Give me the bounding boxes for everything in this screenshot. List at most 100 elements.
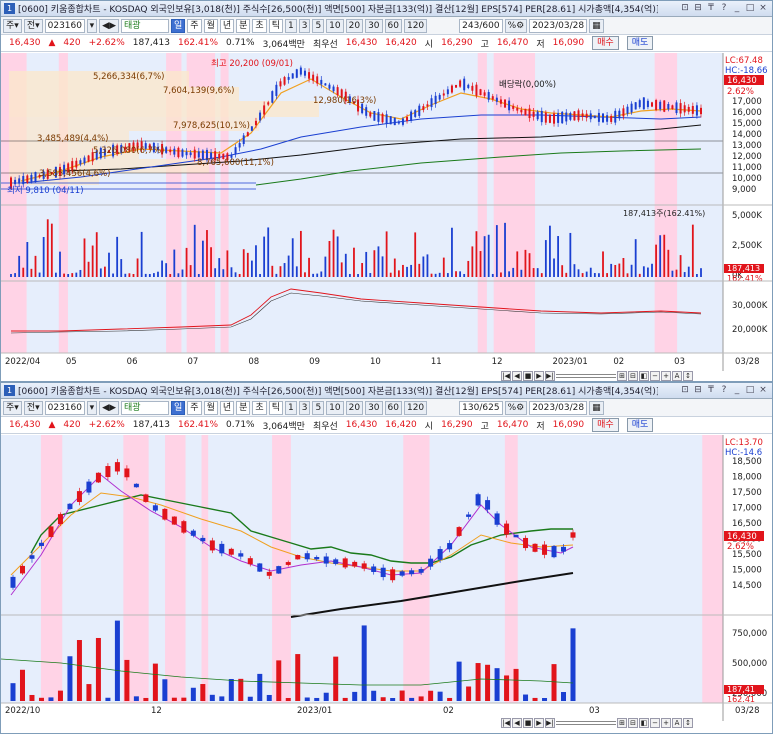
search-icon[interactable]: ▾ — [86, 18, 98, 33]
tool-icon[interactable]: %⚙ — [504, 18, 528, 33]
prev-stock-icon[interactable]: ◀▶ — [99, 400, 119, 415]
volume-bar — [549, 225, 551, 277]
pin-icon[interactable]: ₸ — [706, 385, 716, 395]
tab-week[interactable]: 주 — [187, 18, 202, 33]
candle-body — [390, 569, 396, 581]
volume-bar — [479, 251, 482, 277]
copy-icon[interactable]: ⊟ — [693, 385, 703, 395]
volume-bar — [287, 255, 290, 277]
tab-day-2[interactable]: 일 — [171, 400, 186, 415]
calendar-icon[interactable]: ▦ — [589, 400, 604, 415]
sell-button-2[interactable]: 매도 — [626, 418, 654, 432]
ask-price: 16,430 — [345, 38, 378, 48]
tab-second[interactable]: 초 — [252, 18, 267, 33]
volume-bar — [209, 694, 215, 701]
link-icon[interactable]: ⊡ — [680, 3, 690, 13]
tab-year-2[interactable]: 년 — [219, 400, 235, 415]
link-icon[interactable]: ⊡ — [680, 385, 690, 395]
date-input-2[interactable]: 2023/03/28 — [529, 400, 588, 415]
interval-3-2[interactable]: 3 — [298, 400, 311, 415]
tab-second-2[interactable]: 초 — [252, 400, 267, 415]
code-input-2[interactable]: 023160 — [44, 400, 85, 415]
interval-60[interactable]: 60 — [384, 18, 402, 33]
interval-10[interactable]: 10 — [326, 18, 344, 33]
interval-60-2[interactable]: 60 — [384, 400, 402, 415]
bottom-chart-area[interactable]: LC:13.70 HC:-14.6 18,50018,00017,50017,0… — [1, 435, 772, 721]
interval-5-2[interactable]: 5 — [312, 400, 325, 415]
volume-bar — [116, 236, 119, 277]
up-arrow-icon: ▲ — [48, 420, 56, 430]
interval-10-2[interactable]: 10 — [326, 400, 344, 415]
close-icon[interactable]: × — [758, 385, 768, 395]
stock-name-2[interactable]: 태광 — [121, 400, 169, 415]
buy-button[interactable]: 매수 — [592, 36, 619, 50]
copy-icon[interactable]: ⊟ — [693, 3, 703, 13]
volume-bar — [112, 273, 114, 277]
volume-bar — [663, 234, 666, 277]
tab-month[interactable]: 월 — [203, 18, 218, 33]
volume-bar — [266, 694, 272, 701]
calendar-icon[interactable]: ▦ — [589, 18, 604, 33]
market-select[interactable]: 전▾ — [23, 18, 43, 33]
tab-week-2[interactable]: 주 — [187, 400, 202, 415]
code-input[interactable]: 023160 — [44, 18, 85, 33]
tab-minute-2[interactable]: 분 — [236, 400, 251, 415]
minimize-icon[interactable]: _ — [732, 385, 742, 395]
tool-icon[interactable]: %⚙ — [504, 400, 528, 415]
top-chart-area[interactable]: 최고 20,200 (09/01) 배당락(0,00%) 5,266,334(6… — [1, 53, 772, 371]
interval-1[interactable]: 1 — [284, 18, 297, 33]
close-icon[interactable]: × — [758, 3, 768, 13]
interval-3[interactable]: 3 — [298, 18, 311, 33]
candle-body — [634, 102, 637, 110]
volume-bar — [67, 273, 70, 277]
interval-5[interactable]: 5 — [312, 18, 325, 33]
candle-body — [570, 532, 576, 538]
period-select[interactable]: 주▾ — [3, 18, 22, 33]
date-input[interactable]: 2023/03/28 — [529, 18, 588, 33]
tab-day[interactable]: 일 — [171, 18, 186, 33]
interval-20[interactable]: 20 — [345, 18, 364, 33]
volume-bar — [675, 269, 678, 277]
market-select-2[interactable]: 전▾ — [23, 400, 43, 415]
stock-name[interactable]: 태광 — [121, 18, 169, 33]
maximize-icon[interactable]: □ — [745, 385, 755, 395]
bar-count[interactable]: 243/600 — [459, 18, 503, 33]
search-icon[interactable]: ▾ — [86, 400, 98, 415]
bottom-scroll-controls[interactable]: |◀ ◀ ■ ▶ ▶| ⊞ ⊟ ◧ − + A ↕ — [501, 717, 693, 728]
candle-body — [516, 107, 519, 111]
interval-120-2[interactable]: 120 — [403, 400, 428, 415]
tab-month-2[interactable]: 월 — [203, 400, 218, 415]
minimize-icon[interactable]: _ — [732, 3, 742, 13]
tab-year[interactable]: 년 — [219, 18, 235, 33]
volume-bar — [228, 678, 234, 701]
interval-1-2[interactable]: 1 — [284, 400, 297, 415]
volume-bar — [181, 697, 187, 701]
volume-bar — [132, 274, 135, 277]
interval-120[interactable]: 120 — [403, 18, 428, 33]
volume-note: 187,413주(162.41%) — [623, 209, 705, 218]
candle-body — [271, 91, 274, 103]
period-select-2[interactable]: 주▾ — [3, 400, 22, 415]
top-scroll-controls[interactable]: |◀ ◀ ■ ▶ ▶| ⊞ ⊟ ◧ − + A ↕ — [501, 370, 693, 381]
tab-minute[interactable]: 분 — [236, 18, 251, 33]
bar-count-2[interactable]: 130/625 — [459, 400, 503, 415]
candle-body — [75, 160, 78, 168]
buy-button-2[interactable]: 매수 — [592, 418, 619, 432]
help-icon[interactable]: ? — [719, 385, 729, 395]
interval-30[interactable]: 30 — [365, 18, 383, 33]
sell-button[interactable]: 매도 — [626, 36, 654, 50]
prev-stock-icon[interactable]: ◀▶ — [99, 18, 119, 33]
tab-tick[interactable]: 틱 — [268, 18, 283, 33]
tab-tick-2[interactable]: 틱 — [268, 400, 283, 415]
candle-body — [105, 466, 111, 478]
volume-bar — [630, 264, 633, 277]
interval-20-2[interactable]: 20 — [345, 400, 364, 415]
interval-30-2[interactable]: 30 — [365, 400, 383, 415]
volume-bar — [418, 696, 424, 701]
pin-icon[interactable]: ₸ — [706, 3, 716, 13]
volume-bar — [352, 691, 358, 701]
maximize-icon[interactable]: □ — [745, 3, 755, 13]
volume-bar — [585, 271, 588, 277]
volume-bar — [553, 258, 555, 277]
help-icon[interactable]: ? — [719, 3, 729, 13]
